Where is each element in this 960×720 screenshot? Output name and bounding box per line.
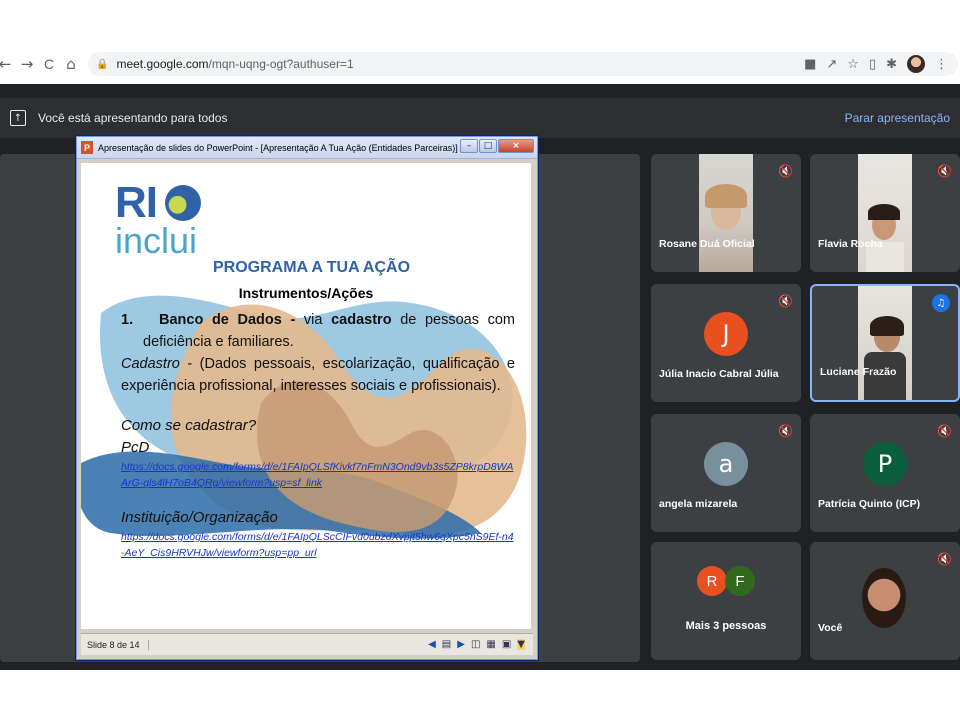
cadastro-paragraph: Cadastro - (Dados pessoais, escolarizaçã… bbox=[121, 356, 515, 394]
slide-counter: Slide 8 de 14 bbox=[87, 639, 149, 650]
bullet-item-1: 1. Banco de Dados - via cadastro de pess… bbox=[121, 312, 515, 350]
notes-icon[interactable]: ▤ bbox=[442, 639, 451, 650]
muted-mic-icon: 🔇 bbox=[778, 424, 793, 438]
prev-slide-icon[interactable]: ◀ bbox=[428, 639, 436, 650]
ppt-status-bar: Slide 8 de 14 ◀ ▤ ▶ ◫ ▦ ▣ ▼ bbox=[81, 633, 533, 655]
next-slide-icon[interactable]: ▶ bbox=[457, 639, 465, 650]
participant-avatar: J bbox=[704, 312, 748, 356]
speaking-indicator-icon: ♫ bbox=[932, 294, 950, 312]
screenshot-root: ← → C ⌂ 🔒 meet.google.com/mqn-uqng-ogt?a… bbox=[0, 0, 960, 720]
camera-icon[interactable]: ■ bbox=[804, 57, 816, 72]
participant-name: Flavia Rocha bbox=[818, 238, 883, 250]
window-titlebar[interactable]: P Apresentação de slides do PowerPoint -… bbox=[77, 137, 537, 159]
window-title: Apresentação de slides do PowerPoint - [… bbox=[98, 142, 458, 153]
muted-mic-icon: 🔇 bbox=[778, 164, 793, 178]
participant-name: Patrícia Quinto (ICP) bbox=[818, 498, 921, 510]
participant-tile[interactable]: 🔇 Flavia Rocha bbox=[810, 154, 960, 272]
extension-icon[interactable]: ▯ bbox=[869, 57, 876, 72]
participant-video bbox=[858, 154, 912, 272]
instituicao-label: Instituição/Organização bbox=[121, 509, 278, 526]
presenting-text: Você está apresentando para todos bbox=[38, 111, 228, 125]
participant-tile[interactable]: 🔇 Rosane Duá Oficial bbox=[651, 154, 801, 272]
self-tile[interactable]: 🔇 Você bbox=[810, 542, 960, 660]
presenting-banner: ↑ Você está apresentando para todos Para… bbox=[0, 98, 960, 138]
share-icon[interactable]: ↗ bbox=[826, 57, 837, 72]
powerpoint-window: P Apresentação de slides do PowerPoint -… bbox=[76, 136, 538, 660]
participant-avatar: P bbox=[863, 442, 907, 486]
powerpoint-icon: P bbox=[81, 141, 93, 154]
more-participants-tile[interactable]: R F Mais 3 pessoas bbox=[651, 542, 801, 660]
url-text: meet.google.com/mqn-uqng-ogt?authuser=1 bbox=[116, 57, 354, 71]
instituicao-form-link[interactable]: https://docs.google.com/forms/d/e/1FAIpQ… bbox=[121, 529, 515, 561]
como-cadastrar: Como se cadastrar? bbox=[121, 417, 257, 434]
slide-canvas: RI inclui PROGRAMA A TUA AÇÃO Instrument… bbox=[81, 163, 531, 629]
slide-body: 1. Banco de Dados - via cadastro de pess… bbox=[121, 309, 515, 561]
participant-tile[interactable]: a 🔇 angela mizarela bbox=[651, 414, 801, 532]
close-icon[interactable]: × bbox=[498, 139, 534, 153]
pcd-label: PcD bbox=[121, 439, 150, 456]
browser-toolbar: ← → C ⌂ 🔒 meet.google.com/mqn-uqng-ogt?a… bbox=[0, 48, 960, 80]
participant-tile-active[interactable]: ♫ Luciane Frazão bbox=[810, 284, 960, 402]
forward-arrow-icon[interactable]: → bbox=[16, 53, 38, 75]
muted-mic-icon: 🔇 bbox=[937, 424, 952, 438]
puzzle-icon[interactable]: ✱ bbox=[886, 57, 897, 72]
reload-icon[interactable]: C bbox=[38, 53, 60, 75]
participant-avatar: a bbox=[704, 442, 748, 486]
sorter-view-icon[interactable]: ▦ bbox=[486, 639, 495, 650]
normal-view-icon[interactable]: ◫ bbox=[471, 639, 480, 650]
present-screen-icon: ↑ bbox=[10, 110, 26, 126]
rio-inclui-logo: RI inclui bbox=[115, 181, 201, 259]
self-video bbox=[862, 568, 906, 628]
menu-dots-icon[interactable]: ⋮ bbox=[935, 57, 948, 72]
muted-mic-icon: 🔇 bbox=[937, 552, 952, 566]
more-participants-label: Mais 3 pessoas bbox=[685, 620, 767, 632]
window-controls: – □ × bbox=[460, 139, 534, 153]
participant-tile[interactable]: J 🔇 Júlia Inacio Cabral Júlia bbox=[651, 284, 801, 402]
participant-video bbox=[699, 154, 753, 272]
minimize-icon[interactable]: – bbox=[460, 139, 478, 153]
muted-mic-icon: 🔇 bbox=[778, 294, 793, 308]
participant-name: Você bbox=[818, 622, 843, 634]
participant-name: Rosane Duá Oficial bbox=[659, 238, 755, 250]
participant-name: Luciane Frazão bbox=[820, 366, 897, 378]
slide-title: PROGRAMA A TUA AÇÃO bbox=[213, 259, 411, 276]
participant-tile[interactable]: P 🔇 Patrícia Quinto (ICP) bbox=[810, 414, 960, 532]
participant-name: Júlia Inacio Cabral Júlia bbox=[659, 368, 779, 380]
slide-subtitle: Instrumentos/Ações bbox=[238, 285, 374, 301]
stop-presenting-button[interactable]: Parar apresentação bbox=[845, 111, 950, 125]
maximize-icon[interactable]: □ bbox=[479, 139, 497, 153]
participant-name: angela mizarela bbox=[659, 498, 738, 510]
star-icon[interactable]: ☆ bbox=[847, 57, 859, 72]
slideshow-view-icon[interactable]: ▼ bbox=[517, 639, 525, 650]
back-arrow-icon[interactable]: ← bbox=[0, 53, 16, 75]
participant-video bbox=[858, 286, 912, 400]
address-bar[interactable]: 🔒 meet.google.com/mqn-uqng-ogt?authuser=… bbox=[88, 52, 958, 76]
muted-mic-icon: 🔇 bbox=[937, 164, 952, 178]
pcd-form-link[interactable]: https://docs.google.com/forms/d/e/1FAIpQ… bbox=[121, 459, 515, 491]
home-icon[interactable]: ⌂ bbox=[60, 53, 82, 75]
logo-circle-mark bbox=[165, 185, 201, 221]
omnibox-actions: ■ ↗ ☆ ▯ ✱ ⋮ bbox=[804, 52, 948, 76]
profile-avatar[interactable] bbox=[907, 55, 925, 73]
status-toolbar: ◀ ▤ ▶ ◫ ▦ ▣ ▼ bbox=[428, 639, 525, 650]
participant-avatar: R bbox=[697, 566, 727, 596]
lock-icon: 🔒 bbox=[96, 58, 109, 70]
reading-view-icon[interactable]: ▣ bbox=[502, 639, 511, 650]
participant-avatar: F bbox=[725, 566, 755, 596]
